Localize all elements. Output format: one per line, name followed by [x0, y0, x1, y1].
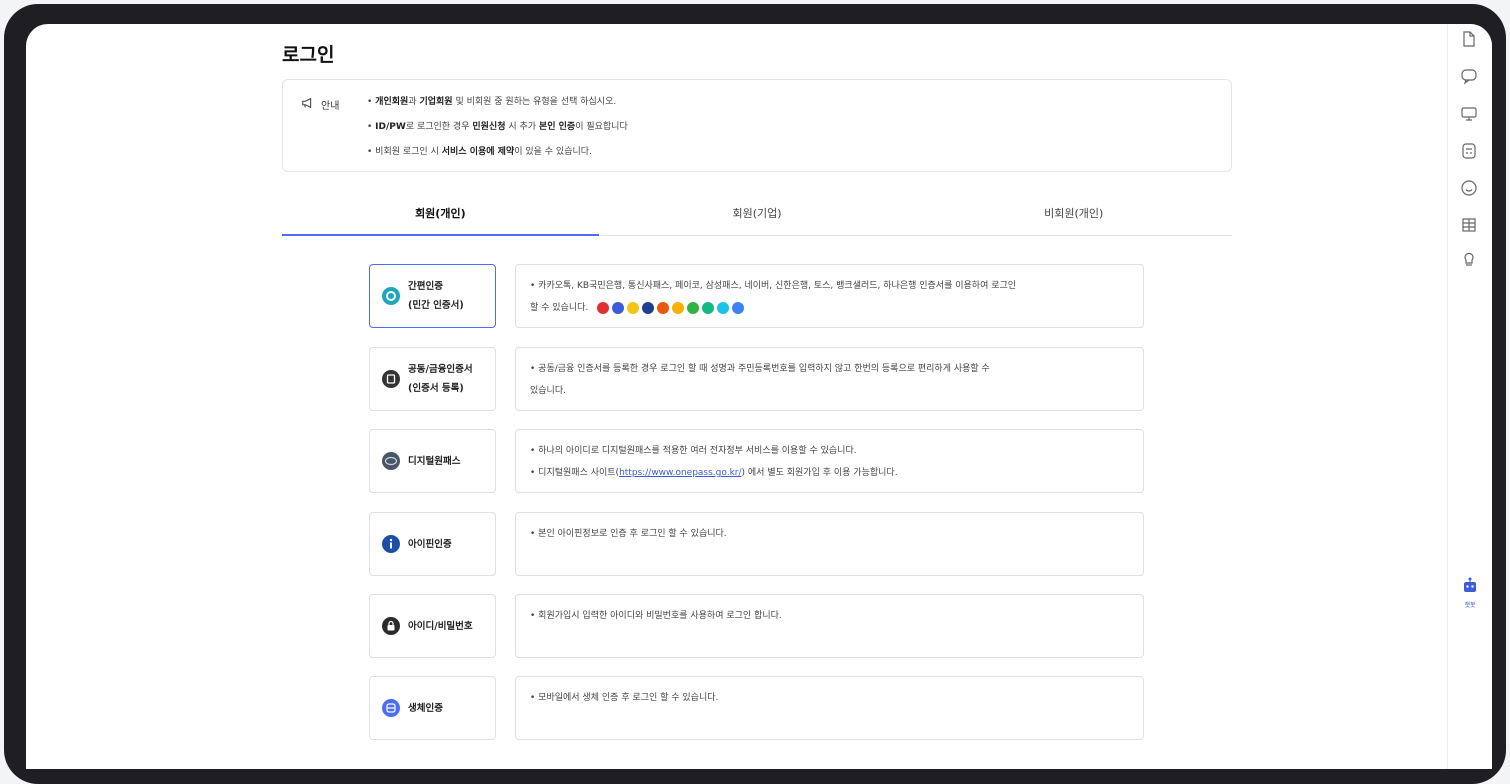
member-type-tabs: 회원(개인) 회원(기업) 비회원(개인) [282, 194, 1232, 236]
description-line: 있습니다. [530, 386, 566, 396]
screen: 로그인 안내 • 개인회원과 기업회원 및 비회원 중 원하는 유형을 선택 하… [26, 24, 1492, 769]
method-label: 디지털원패스 [408, 455, 461, 467]
biometric-description: • 모바일에서 생체 인증 후 로그인 할 수 있습니다. [515, 676, 1144, 740]
provider-logo-icon [687, 301, 700, 314]
grid-icon[interactable] [1460, 216, 1478, 234]
chat-bubble-icon[interactable] [1460, 67, 1478, 85]
provider-logo-icon [672, 301, 685, 314]
monitor-icon[interactable] [1460, 105, 1478, 123]
lightbulb-icon[interactable] [1460, 250, 1478, 268]
chatbot-label: 챗봇 [1464, 602, 1476, 609]
onepass-icon [382, 452, 400, 470]
simple-auth-button[interactable]: 간편인증 (민간 인증서) [369, 264, 496, 328]
description-line: • 카카오톡, KB국민은행, 통신사패스, 페이코, 삼성패스, 네이버, 신… [530, 281, 1017, 291]
description-line: • 본인 아이핀정보로 인증 후 로그인 할 수 있습니다. [530, 529, 727, 539]
provider-logo-icon [717, 301, 730, 314]
provider-logo-icon [702, 301, 715, 314]
onepass-button[interactable]: 디지털원패스 [369, 429, 496, 493]
provider-logo-icon [612, 301, 625, 314]
chatbot-button[interactable]: 챗봇 [1460, 576, 1480, 609]
method-label: 생체인증 [408, 702, 443, 714]
provider-logos [597, 301, 745, 314]
page-title: 로그인 [282, 44, 335, 66]
provider-logo-icon [627, 301, 640, 314]
simple-auth-description: • 카카오톡, KB국민은행, 통신사패스, 페이코, 삼성패스, 네이버, 신… [515, 264, 1144, 328]
notice-header: 안내 [301, 96, 339, 113]
method-row-id-password: 아이디/비밀번호 • 회원가입시 입력한 아이디와 비밀번호를 사용하여 로그인… [369, 594, 1145, 660]
provider-logo-icon [657, 301, 670, 314]
smile-icon[interactable] [1460, 179, 1478, 197]
ipin-button[interactable]: 아이핀인증 [369, 512, 496, 576]
description-line: • 하나의 아이디로 디지털원패스를 적용한 여러 전자정부 서비스를 이용할 … [530, 446, 857, 456]
id-password-description: • 회원가입시 입력한 아이디와 비밀번호를 사용하여 로그인 합니다. [515, 594, 1144, 658]
notice-list: • 개인회원과 기업회원 및 비회원 중 원하는 유형을 선택 하십시오. • … [367, 94, 628, 169]
calculator-icon[interactable] [1460, 142, 1478, 160]
method-row-ipin: 아이핀인증 • 본인 아이핀정보로 인증 후 로그인 할 수 있습니다. [369, 512, 1145, 578]
description-line-with-logos: 할 수 있습니다. [530, 297, 1129, 319]
provider-logo-icon [597, 301, 610, 314]
tab-non-member[interactable]: 비회원(개인) [915, 194, 1232, 235]
ipin-description: • 본인 아이핀정보로 인증 후 로그인 할 수 있습니다. [515, 512, 1144, 576]
ipin-icon [382, 535, 400, 553]
certificate-description: • 공동/금융 인증서를 등록한 경우 로그인 할 때 성명과 주민등록번호를 … [515, 347, 1144, 411]
notice-item: • 비회원 로그인 시 서비스 이용에 제약이 있을 수 있습니다. [367, 147, 592, 157]
document-icon[interactable] [1460, 30, 1478, 48]
notice-box: 안내 • 개인회원과 기업회원 및 비회원 중 원하는 유형을 선택 하십시오.… [282, 79, 1232, 172]
right-quick-menu: 챗봇 [1447, 24, 1492, 769]
robot-icon [1461, 577, 1479, 598]
description-line: • 공동/금융 인증서를 등록한 경우 로그인 할 때 성명과 주민등록번호를 … [530, 364, 990, 374]
provider-logo-icon [732, 301, 745, 314]
provider-logo-icon [642, 301, 655, 314]
onepass-description: • 하나의 아이디로 디지털원패스를 적용한 여러 전자정부 서비스를 이용할 … [515, 429, 1144, 493]
method-label: 간편인증 (민간 인증서) [408, 281, 464, 311]
method-label: 공동/금융인증서 (인증서 등록) [408, 364, 473, 394]
megaphone-icon [301, 96, 315, 113]
tablet-frame: 로그인 안내 • 개인회원과 기업회원 및 비회원 중 원하는 유형을 선택 하… [4, 4, 1506, 784]
simple-auth-icon [382, 287, 400, 305]
onepass-site-link[interactable]: https://www.onepass.go.kr/ [619, 468, 741, 478]
description-line: • 회원가입시 입력한 아이디와 비밀번호를 사용하여 로그인 합니다. [530, 611, 782, 621]
description-line-with-link: • 디지털원패스 사이트(https://www.onepass.go.kr/)… [530, 468, 898, 478]
description-line: • 모바일에서 생체 인증 후 로그인 할 수 있습니다. [530, 693, 719, 703]
method-label: 아이디/비밀번호 [408, 620, 473, 632]
id-password-button[interactable]: 아이디/비밀번호 [369, 594, 496, 658]
notice-item: • 개인회원과 기업회원 및 비회원 중 원하는 유형을 선택 하십시오. [367, 97, 617, 107]
tab-corporate-member[interactable]: 회원(기업) [599, 194, 916, 235]
tab-individual-member[interactable]: 회원(개인) [282, 194, 599, 236]
method-row-biometric: 생체인증 • 모바일에서 생체 인증 후 로그인 할 수 있습니다. [369, 676, 1145, 742]
certificate-icon [382, 370, 400, 388]
biometric-button[interactable]: 생체인증 [369, 676, 496, 740]
lock-icon [382, 617, 400, 635]
method-row-certificate: 공동/금융인증서 (인증서 등록) • 공동/금융 인증서를 등록한 경우 로그… [369, 347, 1145, 413]
method-label: 아이핀인증 [408, 538, 452, 550]
method-row-simple-auth: 간편인증 (민간 인증서) • 카카오톡, KB국민은행, 통신사패스, 페이코… [369, 264, 1145, 330]
description-text: 할 수 있습니다. [530, 303, 589, 313]
biometric-icon [382, 699, 400, 717]
certificate-button[interactable]: 공동/금융인증서 (인증서 등록) [369, 347, 496, 411]
method-row-onepass: 디지털원패스 • 하나의 아이디로 디지털원패스를 적용한 여러 전자정부 서비… [369, 429, 1145, 495]
notice-label: 안내 [321, 101, 340, 112]
notice-item: • ID/PW로 로그인한 경우 민원신청 시 추가 본인 인증이 필요합니다 [367, 122, 628, 132]
